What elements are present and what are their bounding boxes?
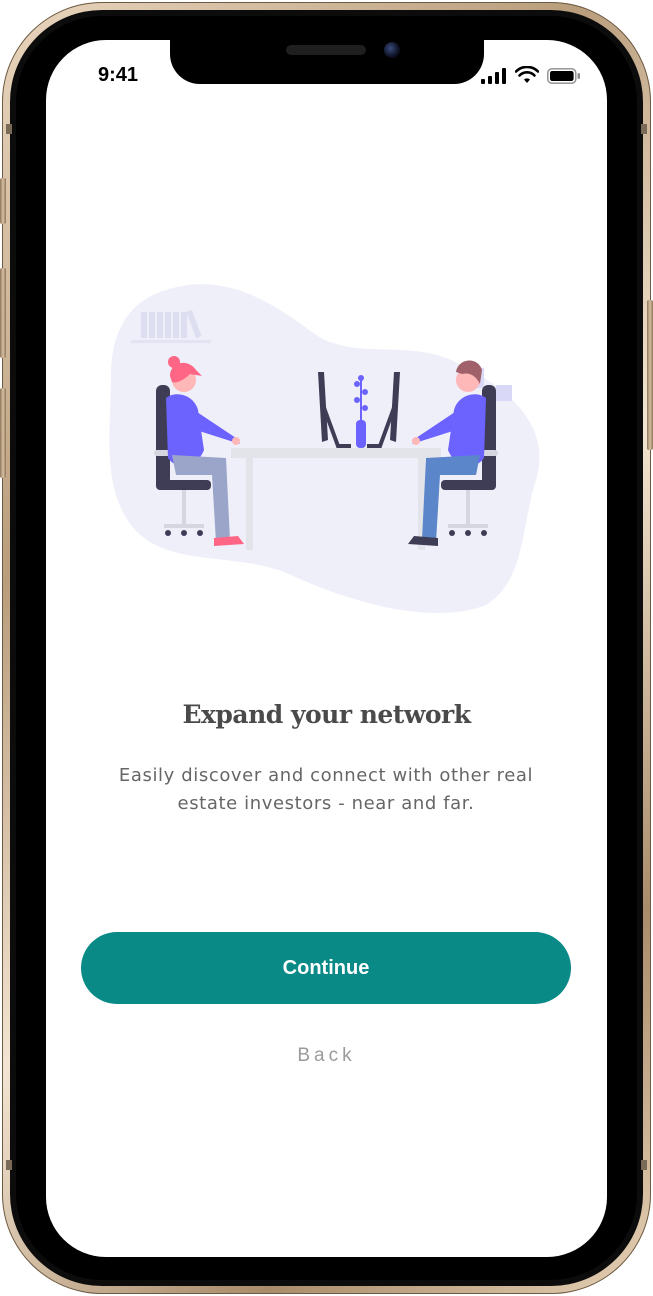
page-title: Expand your network: [182, 700, 471, 729]
desk-top: [231, 448, 441, 458]
page-subtitle: Easily discover and connect with other r…: [118, 765, 534, 814]
mute-switch: [0, 178, 6, 224]
notch: [170, 40, 484, 84]
wifi-icon: [515, 66, 539, 83]
power-button: [647, 300, 653, 450]
antenna-band: [6, 124, 12, 134]
office-illustration: [109, 284, 540, 614]
battery-icon: [547, 68, 580, 84]
app-screen: 9:41 Expand your network Easily discover…: [46, 40, 607, 1257]
status-icons: [481, 66, 581, 84]
continue-button[interactable]: Continue: [81, 932, 571, 1004]
front-camera: [384, 42, 400, 58]
volume-down-button: [0, 388, 6, 478]
signal-icon: [481, 68, 506, 84]
antenna-band: [641, 124, 647, 134]
status-time: 9:41: [98, 64, 139, 86]
antenna-band: [6, 1160, 12, 1170]
volume-up-button: [0, 268, 6, 358]
speaker-grille: [286, 45, 366, 55]
wall-frame: [496, 385, 512, 401]
antenna-band: [641, 1160, 647, 1170]
desk-leg: [246, 458, 253, 550]
back-link[interactable]: Back: [46, 1045, 607, 1067]
